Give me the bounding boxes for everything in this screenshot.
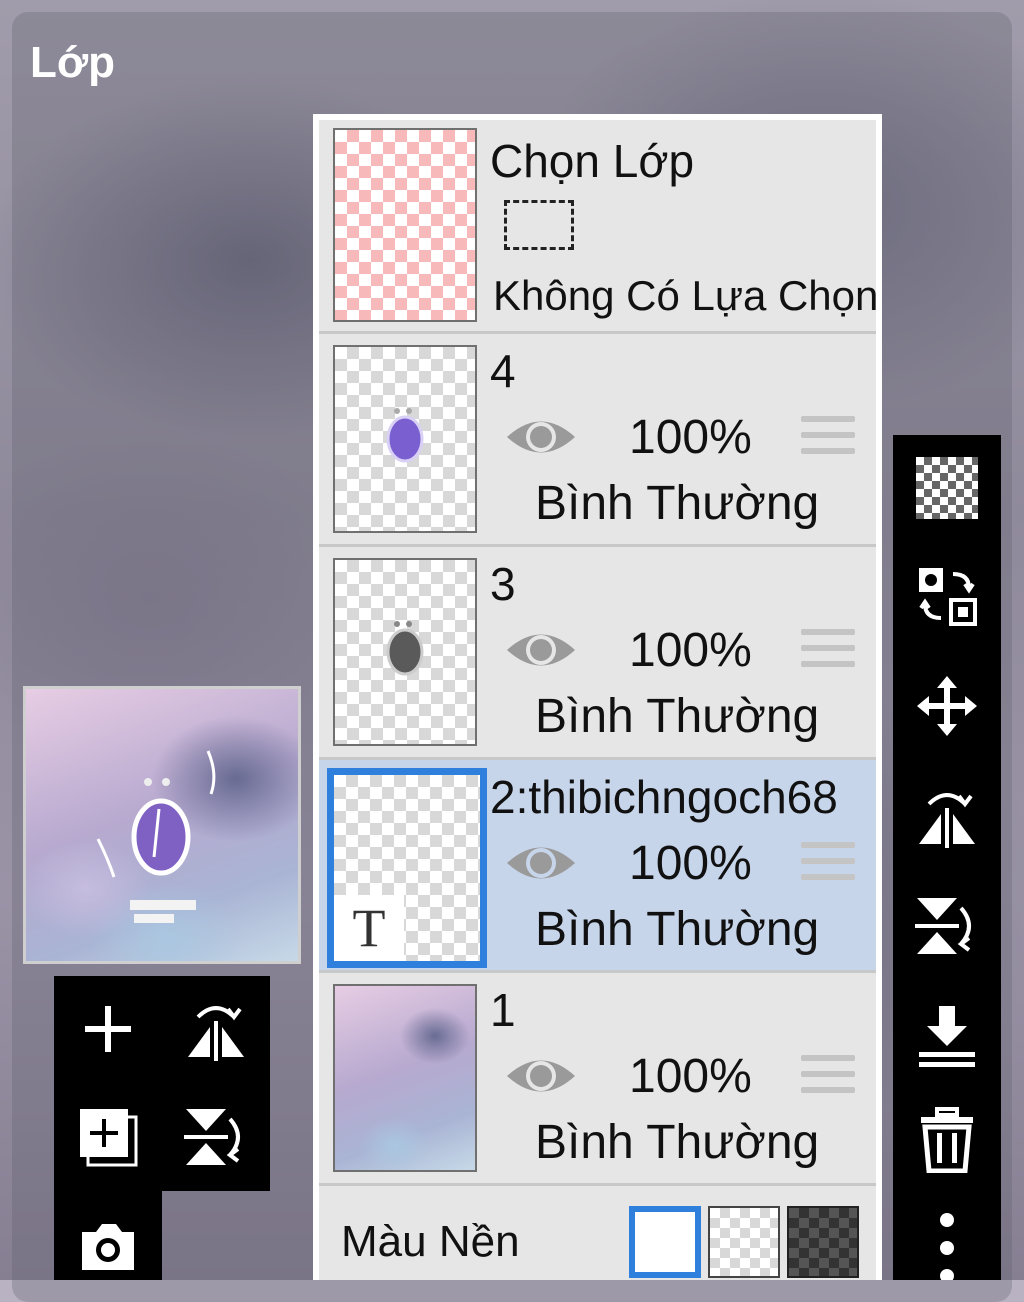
- layer-thumbnail: [333, 345, 477, 533]
- layers-list: Chọn Lớp Không Có Lựa Chọn 4 100% Bình T…: [319, 120, 879, 1280]
- camera-icon[interactable]: [73, 1210, 143, 1280]
- layer-thumbnail: T: [327, 768, 487, 968]
- canvas-preview[interactable]: [23, 686, 301, 964]
- background-transparent-swatch[interactable]: [708, 1206, 780, 1278]
- layer-thumbnail: [333, 984, 477, 1172]
- add-layer-icon[interactable]: [73, 994, 143, 1064]
- layer-row[interactable]: 3 100% Bình Thường: [319, 547, 876, 760]
- add-layer-copy-icon[interactable]: [73, 1102, 143, 1172]
- layer-name: 4: [490, 345, 516, 397]
- layer-opacity[interactable]: 100%: [629, 1049, 752, 1104]
- eye-icon[interactable]: [504, 627, 578, 673]
- blend-mode[interactable]: Bình Thường: [535, 689, 819, 744]
- merge-down-icon[interactable]: [912, 1001, 982, 1071]
- eye-icon[interactable]: [504, 414, 578, 460]
- drag-handle-icon[interactable]: [801, 629, 855, 677]
- background-color-label: Màu Nền: [341, 1217, 520, 1266]
- more-icon[interactable]: [912, 1210, 982, 1280]
- layer-row-selected[interactable]: T 2:thibichngoch68 100% Bình Thường: [319, 760, 876, 973]
- layer-opacity[interactable]: 100%: [629, 623, 752, 678]
- trash-icon[interactable]: [912, 1105, 982, 1175]
- left-toolbar-bottom: [54, 1190, 162, 1280]
- layer-thumbnail: [333, 558, 477, 746]
- flip-vertical-icon[interactable]: [181, 1102, 251, 1172]
- blend-mode[interactable]: Bình Thường: [535, 476, 819, 531]
- eye-icon[interactable]: [504, 1053, 578, 1099]
- layer-row[interactable]: 1 100% Bình Thường: [319, 973, 876, 1186]
- move-icon[interactable]: [912, 671, 982, 741]
- selection-marquee-icon: [504, 200, 574, 250]
- layer-artwork: [386, 621, 424, 676]
- swap-layers-icon[interactable]: [912, 561, 982, 631]
- selection-layer-row[interactable]: Chọn Lớp Không Có Lựa Chọn: [319, 120, 879, 334]
- blend-mode[interactable]: Bình Thường: [535, 1115, 819, 1170]
- selection-title: Chọn Lớp: [490, 135, 695, 187]
- drag-handle-icon[interactable]: [801, 1055, 855, 1103]
- right-toolbar: [893, 435, 1001, 1280]
- flip-vertical-icon[interactable]: [912, 891, 982, 961]
- layer-name: 3: [490, 558, 516, 610]
- drag-handle-icon[interactable]: [801, 842, 855, 890]
- background-white-swatch[interactable]: [629, 1206, 701, 1278]
- blend-mode[interactable]: Bình Thường: [535, 902, 819, 957]
- transparency-icon[interactable]: [912, 453, 982, 523]
- layer-opacity[interactable]: 100%: [629, 836, 752, 891]
- flip-horizontal-icon[interactable]: [912, 781, 982, 851]
- layers-panel: Chọn Lớp Không Có Lựa Chọn 4 100% Bình T…: [313, 114, 882, 1280]
- left-toolbar: [54, 976, 270, 1191]
- layer-opacity[interactable]: 100%: [629, 410, 752, 465]
- text-layer-icon: T: [334, 895, 404, 961]
- drag-handle-icon[interactable]: [801, 416, 855, 464]
- selection-status: Không Có Lựa Chọn: [493, 272, 879, 319]
- layer-name: 2:thibichngoch68: [490, 771, 838, 823]
- layer-name: 1: [490, 984, 516, 1036]
- layer-row[interactable]: 4 100% Bình Thường: [319, 334, 876, 547]
- layer-artwork: [386, 408, 424, 463]
- selection-thumbnail: [333, 128, 477, 322]
- eye-icon[interactable]: [504, 840, 578, 886]
- preview-artwork: [96, 750, 216, 923]
- flip-horizontal-icon[interactable]: [181, 994, 251, 1064]
- background-dark-swatch[interactable]: [787, 1206, 859, 1278]
- dialog-title: Lớp: [30, 38, 116, 87]
